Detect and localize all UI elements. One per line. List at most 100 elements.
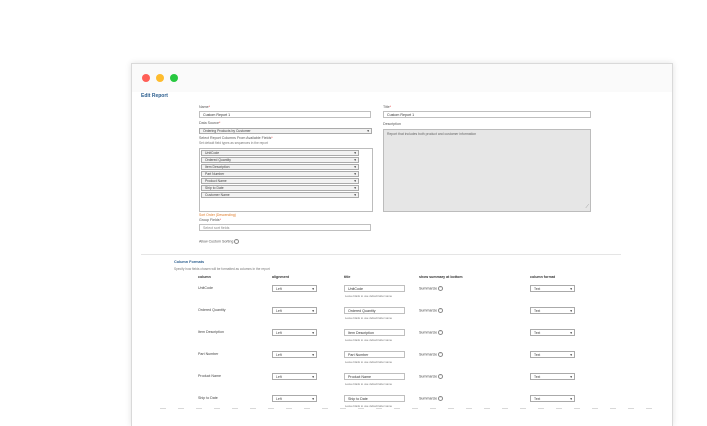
name-label: Name* — [199, 105, 210, 109]
available-field-item[interactable]: Product Name ▾ — [201, 178, 359, 184]
info-icon: i — [234, 239, 240, 244]
select-columns-label: Select Report Columns From Available Fie… — [199, 136, 273, 140]
row-title-input[interactable]: Item Description — [344, 329, 405, 336]
row-format-value: Text — [534, 353, 541, 357]
chevron-down-icon: ▾ — [570, 375, 572, 379]
title-label: Title* — [383, 105, 392, 109]
row-summarize-toggle[interactable]: Summarize i — [419, 308, 444, 313]
info-icon: i — [438, 374, 444, 379]
available-field-item[interactable]: Ordered Quantity ▾ — [201, 157, 359, 163]
row-alignment-select[interactable]: Left ▾ — [272, 373, 317, 380]
row-summarize-toggle[interactable]: Summarize i — [419, 396, 444, 401]
chevron-down-icon: ▾ — [354, 151, 356, 155]
description-textarea[interactable]: Report that includes both product and cu… — [383, 129, 591, 212]
minimize-window-button[interactable] — [156, 74, 164, 82]
row-format-select[interactable]: Text ▾ — [530, 395, 575, 402]
row-column-name: Part Number — [198, 352, 219, 356]
alignment-header: alignment — [272, 275, 289, 279]
info-icon: i — [438, 286, 444, 291]
column-formats-hint: Specify how fields chosen will be format… — [174, 267, 270, 271]
sort-order-label: Sort Order (Descending) — [199, 213, 236, 217]
row-title-input[interactable]: UnitCode — [344, 285, 405, 292]
available-field-item[interactable]: Customer Name ▾ — [201, 192, 359, 198]
maximize-window-button[interactable] — [170, 74, 178, 82]
row-title-hint: Leave blank to use default label name — [345, 360, 393, 364]
edge-dashes — [160, 408, 690, 410]
chevron-down-icon: ▾ — [354, 186, 356, 190]
row-title-input[interactable]: Part Number — [344, 351, 405, 358]
row-format-select[interactable]: Text ▾ — [530, 329, 575, 336]
name-input[interactable]: Custom Report 1 — [199, 111, 371, 118]
summarize-label: Summarize — [419, 330, 438, 335]
row-summarize-toggle[interactable]: Summarize i — [419, 352, 444, 357]
chevron-down-icon: ▾ — [354, 165, 356, 169]
summarize-label: Summarize — [419, 374, 438, 379]
row-format-value: Text — [534, 309, 541, 313]
row-alignment-value: Left — [276, 353, 282, 357]
row-title-input[interactable]: Ordered Quantity — [344, 307, 405, 314]
row-alignment-select[interactable]: Left ▾ — [272, 329, 317, 336]
row-title-input[interactable]: Product Name — [344, 373, 405, 380]
row-format-select[interactable]: Text ▾ — [530, 373, 575, 380]
row-summarize-toggle[interactable]: Summarize i — [419, 374, 444, 379]
window-titlebar — [132, 64, 672, 92]
browser-window: Edit Report Name* Custom Report 1 Data S… — [131, 63, 673, 426]
allow-custom-sorting[interactable]: Allow Custom Sorting i — [199, 239, 240, 244]
summarize-label: Summarize — [419, 396, 438, 401]
row-title-hint: Leave blank to use default label name — [345, 294, 393, 298]
row-title-hint: Leave blank to use default label name — [345, 382, 393, 386]
chevron-down-icon: ▾ — [354, 193, 356, 197]
chevron-down-icon: ▾ — [312, 397, 314, 401]
row-format-select[interactable]: Text ▾ — [530, 351, 575, 358]
info-icon: i — [438, 352, 444, 357]
available-field-item[interactable]: Part Number ▾ — [201, 171, 359, 177]
chevron-down-icon: ▾ — [354, 179, 356, 183]
row-format-value: Text — [534, 375, 541, 379]
edit-report-page: Edit Report Name* Custom Report 1 Data S… — [132, 92, 672, 426]
row-format-select[interactable]: Text ▾ — [530, 285, 575, 292]
chevron-down-icon: ▾ — [570, 331, 572, 335]
page-title: Edit Report — [141, 93, 168, 99]
available-fields-list[interactable]: UnitCode ▾ Ordered Quantity ▾ Item Descripti… — [199, 148, 373, 212]
chevron-down-icon: ▾ — [570, 353, 572, 357]
chevron-down-icon: ▾ — [312, 309, 314, 313]
chevron-down-icon: ▾ — [354, 172, 356, 176]
row-title-input[interactable]: Ship to Date — [344, 395, 405, 402]
summarize-label: Summarize — [419, 286, 438, 291]
row-summarize-toggle[interactable]: Summarize i — [419, 286, 444, 291]
row-alignment-value: Left — [276, 287, 282, 291]
chevron-down-icon: ▾ — [312, 353, 314, 357]
chevron-down-icon: ▾ — [312, 287, 314, 291]
summarize-label: Summarize — [419, 352, 438, 357]
row-alignment-select[interactable]: Left ▾ — [272, 351, 317, 358]
chevron-down-icon: ▾ — [354, 158, 356, 162]
row-summarize-toggle[interactable]: Summarize i — [419, 330, 444, 335]
group-fields-label: Group Fields* — [199, 218, 221, 222]
available-field-item[interactable]: Ship to Date ▾ — [201, 185, 359, 191]
chevron-down-icon: ▾ — [570, 287, 572, 291]
chevron-down-icon: ▾ — [312, 331, 314, 335]
title-header: title — [344, 275, 351, 279]
row-alignment-value: Left — [276, 397, 282, 401]
row-alignment-select[interactable]: Left ▾ — [272, 285, 317, 292]
row-title-hint: Leave blank to use default label name — [345, 316, 393, 320]
title-input[interactable]: Custom Report 1 — [383, 111, 591, 118]
chevron-down-icon: ▾ — [570, 397, 572, 401]
available-field-item[interactable]: UnitCode ▾ — [201, 150, 359, 156]
group-fields-input[interactable]: Select sort fields — [199, 224, 371, 231]
row-column-name: Item Description — [198, 330, 224, 334]
row-format-select[interactable]: Text ▾ — [530, 307, 575, 314]
column-formats-heading: Column Formats — [174, 260, 205, 264]
row-alignment-select[interactable]: Left ▾ — [272, 395, 317, 402]
column-header: column — [198, 275, 211, 279]
row-format-value: Text — [534, 287, 541, 291]
info-icon: i — [438, 330, 444, 335]
resize-handle-icon[interactable]: ⟋ — [585, 205, 589, 210]
available-field-item[interactable]: Item Description ▾ — [201, 164, 359, 170]
data-source-select[interactable]: Ordering Products by Customer ▾ — [199, 128, 372, 134]
format-header: column format — [530, 275, 555, 279]
summarize-label: Summarize — [419, 308, 438, 313]
row-alignment-select[interactable]: Left ▾ — [272, 307, 317, 314]
close-window-button[interactable] — [142, 74, 150, 82]
row-column-name: Ordered Quantity — [198, 308, 226, 312]
